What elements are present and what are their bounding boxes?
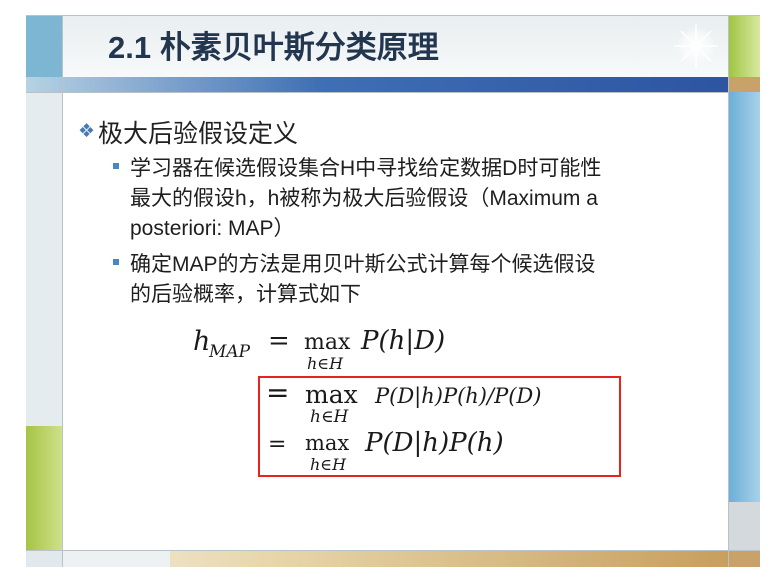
bullet-2-line-1: 确定MAP的方法是用贝叶斯公式计算每个候选假设 [130,253,596,276]
frame-right-panel [728,92,760,502]
frame-left-panel [26,92,62,426]
frame-divider-bottom [26,550,760,551]
bullet-marker [113,259,119,265]
frame-border-top [26,15,760,16]
formula-max: max [304,330,351,355]
frame-left-bottom [26,550,62,567]
formula-max: max [305,380,358,409]
frame-divider-left [62,15,63,567]
formula-rhs-1: P(h|D) [361,326,446,356]
formula-rhs-2: P(D|h)P(h)/P(D) [375,384,542,408]
formula-rhs-3: P(D|h)P(h) [365,428,504,458]
bullet-2-line-2: 的后验概率，计算式如下 [130,283,361,306]
formula-equals: = [266,376,290,409]
frame-right-bottom [728,550,760,567]
frame-divider-right [728,15,729,567]
frame-right-gray [728,502,760,550]
bullet-1-line-2: 最大的假设h，h被称为极大后验假设（Maximum a [130,187,598,210]
frame-left-top [26,15,62,77]
frame-bottom-left [62,550,170,567]
bullet-1-line-3: posteriori: MAP） [130,217,295,240]
frame-right-top [728,15,760,77]
bullet-1-line-1: 学习器在候选假设集合H中寻找给定数据D时可能性 [130,157,602,180]
section-heading: 极大后验假设定义 [98,119,299,148]
slide: 2.1 朴素贝叶斯分类原理 ❖ 极大后验假设定义 学习器在候选假设集合H中寻找给… [0,0,782,577]
formula-max-subscript: h∈H [310,407,349,427]
formula-max-subscript: h∈H [310,455,347,474]
bullet-marker [113,163,119,169]
frame-divider-top [26,92,728,93]
formula-lhs: h [193,326,211,357]
frame-left-green [26,426,62,550]
slide-title: 2.1 朴素贝叶斯分类原理 [108,30,439,65]
diamond-cluster-icon: ❖ [78,120,96,142]
formula-equals: = [268,432,287,457]
formula-max-subscript: h∈H [307,354,344,373]
frame-rule-corner [728,77,760,92]
formula-lhs-subscript: MAP [209,342,251,362]
sparkle-icon [674,24,718,68]
title-rule [26,77,760,92]
formula-equals: = [268,326,290,356]
formula-max: max [305,431,350,455]
